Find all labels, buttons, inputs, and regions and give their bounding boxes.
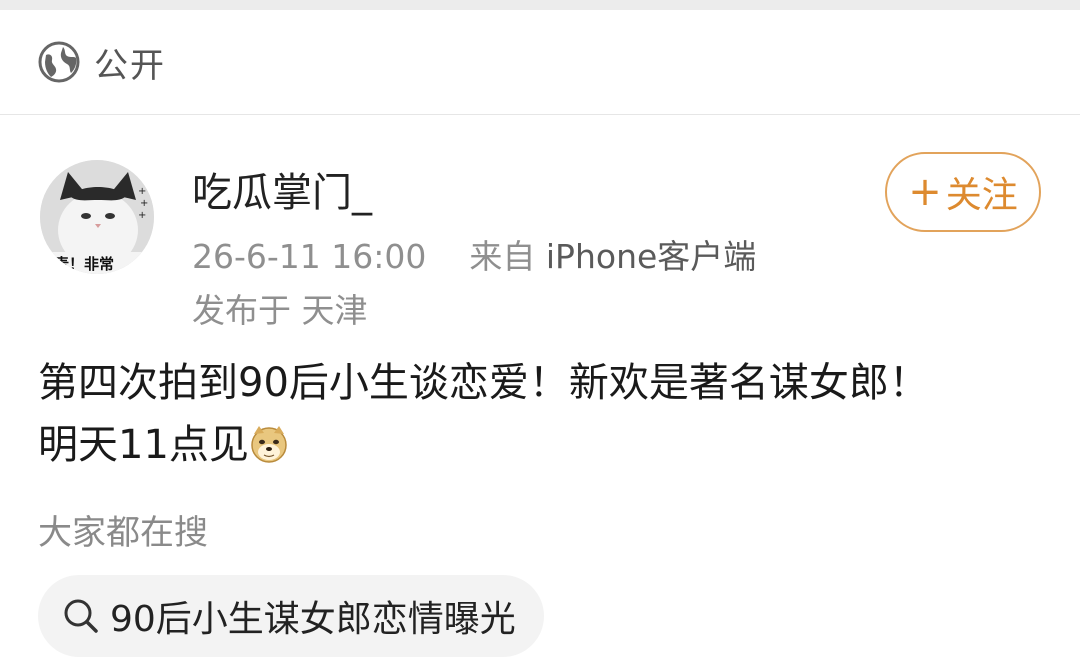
trending-search-query: 90后小生谋女郎恋情曝光: [110, 599, 516, 640]
trending-search-pill[interactable]: 90后小生谋女郎恋情曝光: [38, 575, 544, 657]
follow-label: 关注: [945, 175, 1018, 216]
weibo-post-screen: 公开 + + + 麦！非常 吃瓜掌门_ 26-6-11 16:00 来自 iPh…: [0, 0, 1080, 669]
plus-icon: +: [908, 169, 942, 215]
user-name[interactable]: 吃瓜掌门_: [192, 160, 372, 218]
visibility-label: 公开: [94, 45, 166, 86]
svg-text:+: +: [140, 198, 148, 209]
post-text-line-2: 明天11点见: [38, 422, 249, 468]
post-timestamp: 26-6-11 16:00: [192, 237, 427, 276]
source-prefix: 来自: [469, 237, 536, 276]
source-device[interactable]: iPhone客户端: [546, 237, 756, 276]
post-text-line-2-row: 明天11点见: [38, 414, 1048, 476]
globe-icon: [38, 41, 80, 83]
avatar-caption: 麦！非常: [54, 255, 114, 273]
post-meta: 26-6-11 16:00 来自 iPhone客户端: [192, 230, 756, 278]
svg-text:+: +: [138, 186, 146, 197]
top-strip: [0, 0, 1080, 10]
cat-avatar-image: + + + 麦！非常: [40, 160, 154, 274]
doge-emoji: [249, 420, 289, 463]
trending-search-title: 大家都在搜: [38, 513, 208, 553]
post-text-line-1: 第四次拍到90后小生谈恋爱！新欢是著名谋女郎！: [38, 360, 929, 406]
avatar[interactable]: + + + 麦！非常: [40, 160, 154, 274]
divider: [0, 114, 1080, 115]
follow-button[interactable]: + 关注: [885, 152, 1041, 232]
svg-text:+: +: [138, 210, 146, 221]
search-icon: [62, 597, 100, 635]
visibility-row: 公开: [38, 38, 166, 86]
post-location: 发布于 天津: [192, 291, 368, 330]
post-text: 第四次拍到90后小生谈恋爱！新欢是著名谋女郎！ 明天11点见: [38, 352, 1048, 476]
